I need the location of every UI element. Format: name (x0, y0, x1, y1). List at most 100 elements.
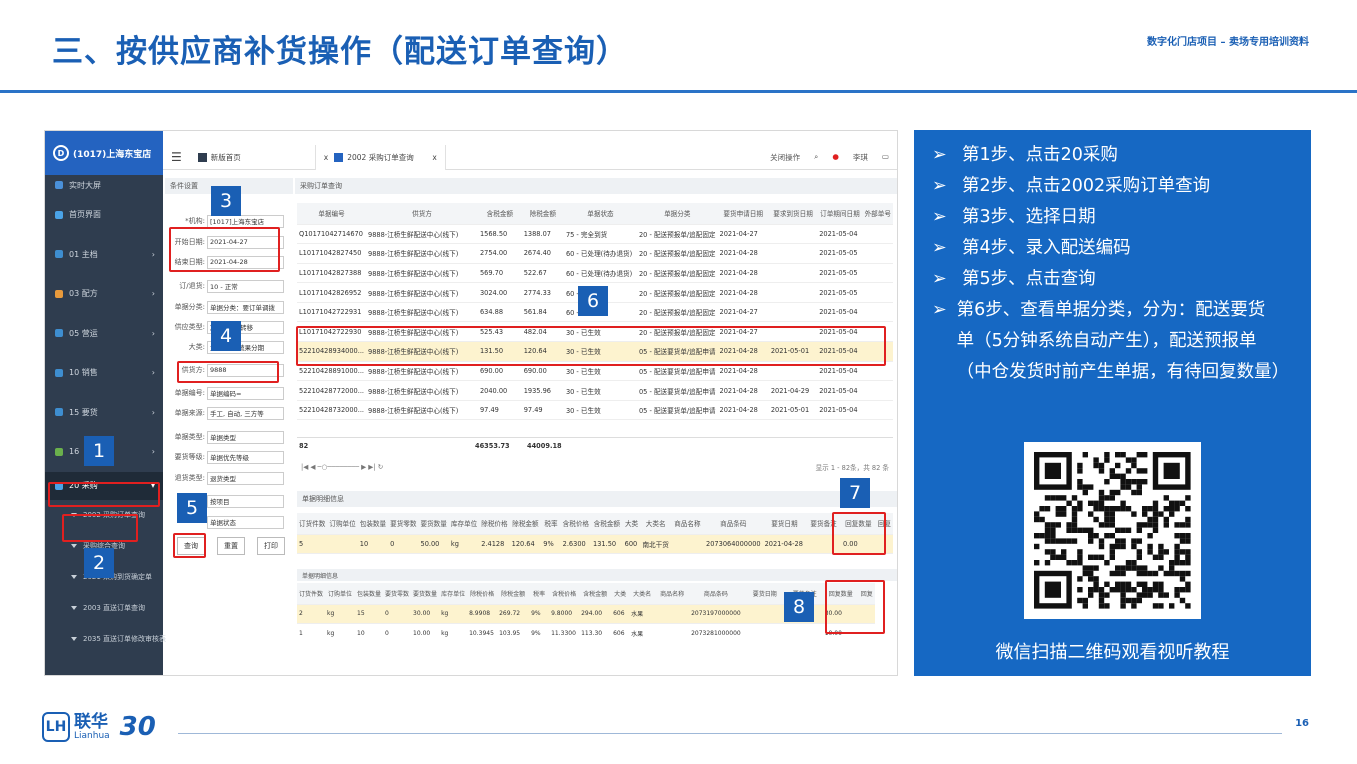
close-operations-menu[interactable]: 关闭操作 (770, 152, 800, 163)
search-icon[interactable]: ⌕ (814, 152, 818, 163)
column-header[interactable]: 含税价格 (560, 513, 592, 535)
column-header[interactable]: 订货件数 (297, 583, 326, 605)
column-header[interactable]: 商品名称 (655, 583, 690, 605)
highlight-order-query-menu (62, 514, 138, 542)
sidebar-item[interactable]: 15 要货 › (45, 393, 163, 433)
column-header[interactable]: 包装数量 (357, 513, 389, 535)
column-header[interactable]: 单据分类 (636, 203, 718, 225)
column-header[interactable]: 库存单位 (439, 583, 468, 605)
field-input[interactable]: 单据类型 (207, 430, 284, 444)
column-header[interactable]: 含税价格 (549, 583, 580, 605)
app-screenshot: D (1017)上海东宝店 实时大屏首页界面 01 主档 › 03 配方 › 05 营运 ›… (44, 130, 898, 676)
sidebar-item[interactable]: 01 主档 › (45, 235, 163, 275)
column-header[interactable]: 商品条码 (704, 513, 763, 535)
bullet-icon (71, 544, 77, 548)
column-header[interactable]: 要货零数 (383, 583, 412, 605)
submenu-item[interactable]: 2003 直送订单查询 (45, 593, 163, 624)
table-cell: L10171042827388 (297, 263, 367, 284)
column-header[interactable]: 含税金额 (477, 203, 522, 225)
column-header[interactable]: 单据状态 (563, 203, 637, 225)
column-header[interactable]: 大类 (622, 513, 641, 535)
user-name[interactable]: 李琪 (853, 152, 868, 163)
column-header[interactable]: 要货数量 (418, 513, 449, 535)
column-header[interactable]: 订购单位 (327, 513, 358, 535)
column-header[interactable]: 供货方 (366, 203, 478, 225)
close-icon[interactable]: x (432, 153, 436, 162)
table-row[interactable]: 52210428732000... 9888-江桥生鲜配送中心(线下) 97.49 9… (297, 400, 893, 421)
field-input[interactable]: 手工, 自动, 三方等 (207, 406, 284, 420)
field-input[interactable]: 单据分类：要订单调拨 (207, 300, 284, 314)
instruction-step: ➢ 第4步、录入配送编码 (932, 233, 1131, 264)
tab-order-query[interactable]: x 2002 采购订单查询 x (315, 144, 446, 170)
column-header[interactable]: 含税金额 (591, 513, 623, 535)
table-cell (742, 623, 787, 639)
column-header[interactable]: 大类 (611, 583, 630, 605)
field-input[interactable]: 退货类型 (207, 471, 284, 485)
column-header[interactable]: 除税金额 (509, 513, 542, 535)
column-header[interactable]: 除税价格 (467, 583, 498, 605)
column-header[interactable]: 要货日期 (762, 513, 807, 535)
column-header[interactable]: 单据编号 (297, 203, 367, 225)
column-header[interactable]: 除税金额 (521, 203, 564, 225)
column-header[interactable]: 含税金额 (579, 583, 612, 605)
column-header[interactable]: 商品名称 (670, 513, 705, 535)
column-header[interactable]: 要求到货日期 (768, 203, 818, 225)
column-header[interactable]: 订单期间日期 (817, 203, 863, 225)
pager-controls[interactable]: |◀ ◀ ─○──────── ▶ ▶| ↻ (301, 463, 383, 471)
menu-toggle-icon[interactable]: ☰ (163, 145, 190, 170)
field-input[interactable]: 按项目 (207, 494, 284, 508)
column-header[interactable]: 商品条码 (689, 583, 743, 605)
table-row[interactable]: 52210428772000... 9888-江桥生鲜配送中心(线下) 2040.0… (297, 380, 893, 401)
table-row[interactable]: 1 kg 10 0 10.00 kg 10.3945 103.95 9% 11.3300 113.3… (297, 623, 875, 639)
table-cell: kg (325, 623, 356, 639)
sidebar-item-label: 首页界面 (69, 210, 101, 220)
column-header[interactable]: 订货件数 (297, 513, 328, 535)
table-cell: 2021-05-01 (768, 400, 818, 421)
store-header[interactable]: D (1017)上海东宝店 (45, 131, 163, 175)
column-header[interactable]: 大类名 (629, 583, 656, 605)
table-row[interactable]: L10171042827388 9888-江桥生鲜配送中心(线下) 569.70 52… (297, 263, 893, 284)
table-cell: 2021-04-27 (717, 224, 769, 245)
sidebar-item[interactable]: 03 配方 › (45, 274, 163, 314)
tab-home[interactable]: 新版首页 (190, 144, 316, 170)
form-field: 单据来源: 手工, 自动, 三方等 (169, 405, 284, 421)
monitor-icon[interactable]: ▭ (882, 152, 889, 163)
column-header[interactable]: 库存单位 (448, 513, 480, 535)
highlight-date-range (169, 227, 280, 272)
column-header[interactable]: 要货日期 (742, 583, 787, 605)
table-cell: 9% (529, 604, 550, 625)
submenu-item[interactable]: 2035 直送订单修改审核表 (45, 624, 166, 655)
column-header[interactable]: 除税价格 (479, 513, 510, 535)
sidebar-item[interactable]: 05 营运 › (45, 314, 163, 354)
column-header[interactable]: 要货数量 (411, 583, 440, 605)
table-cell: 0 (383, 604, 412, 625)
table-row[interactable]: 5 10 0 50.00 kg 2.4128 120.64 9% 2.6300 131.50 600… (297, 534, 893, 555)
field-input[interactable]: 单据编码= (207, 386, 284, 400)
close-icon[interactable]: x (324, 153, 328, 162)
sidebar-item[interactable]: 10 销售 › (45, 353, 163, 393)
reset-button[interactable]: 重置 (217, 537, 245, 555)
sidebar-item[interactable]: 实时大屏 (45, 175, 163, 195)
print-button[interactable]: 打印 (257, 537, 285, 555)
notification-icon[interactable]: ● (832, 152, 839, 163)
sidebar-item-label: 01 主档 (69, 249, 98, 259)
sidebar-item[interactable]: 首页界面 (45, 195, 163, 235)
column-header[interactable]: 外部单号 (862, 203, 893, 225)
step-badge-5: 5 (177, 493, 207, 523)
column-header[interactable]: 包装数量 (355, 583, 384, 605)
column-header[interactable]: 税率 (541, 513, 561, 535)
field-input[interactable]: 单据优先等级 (207, 450, 284, 464)
field-input[interactable]: 10 - 正常 (207, 279, 284, 293)
table-cell: 294.00 (579, 604, 612, 625)
column-header[interactable]: 税率 (529, 583, 550, 605)
table-row[interactable]: Q10171042714670 9888-江桥生鲜配送中心(线下) 1568.50 1… (297, 224, 893, 245)
column-header[interactable]: 大类名 (640, 513, 671, 535)
column-header[interactable]: 除税金额 (497, 583, 530, 605)
field-input[interactable]: 单据状态 (207, 515, 284, 529)
column-header[interactable]: 要货申请日期 (717, 203, 769, 225)
table-row[interactable]: L10171042827450 9888-江桥生鲜配送中心(线下) 2754.00 2… (297, 243, 893, 264)
column-header[interactable]: 订购单位 (325, 583, 356, 605)
column-header[interactable]: 要货零数 (388, 513, 419, 535)
field-input[interactable]: [1017]上海东宝店 (207, 214, 284, 228)
total-tax-amount: 46353.73 (475, 441, 510, 450)
